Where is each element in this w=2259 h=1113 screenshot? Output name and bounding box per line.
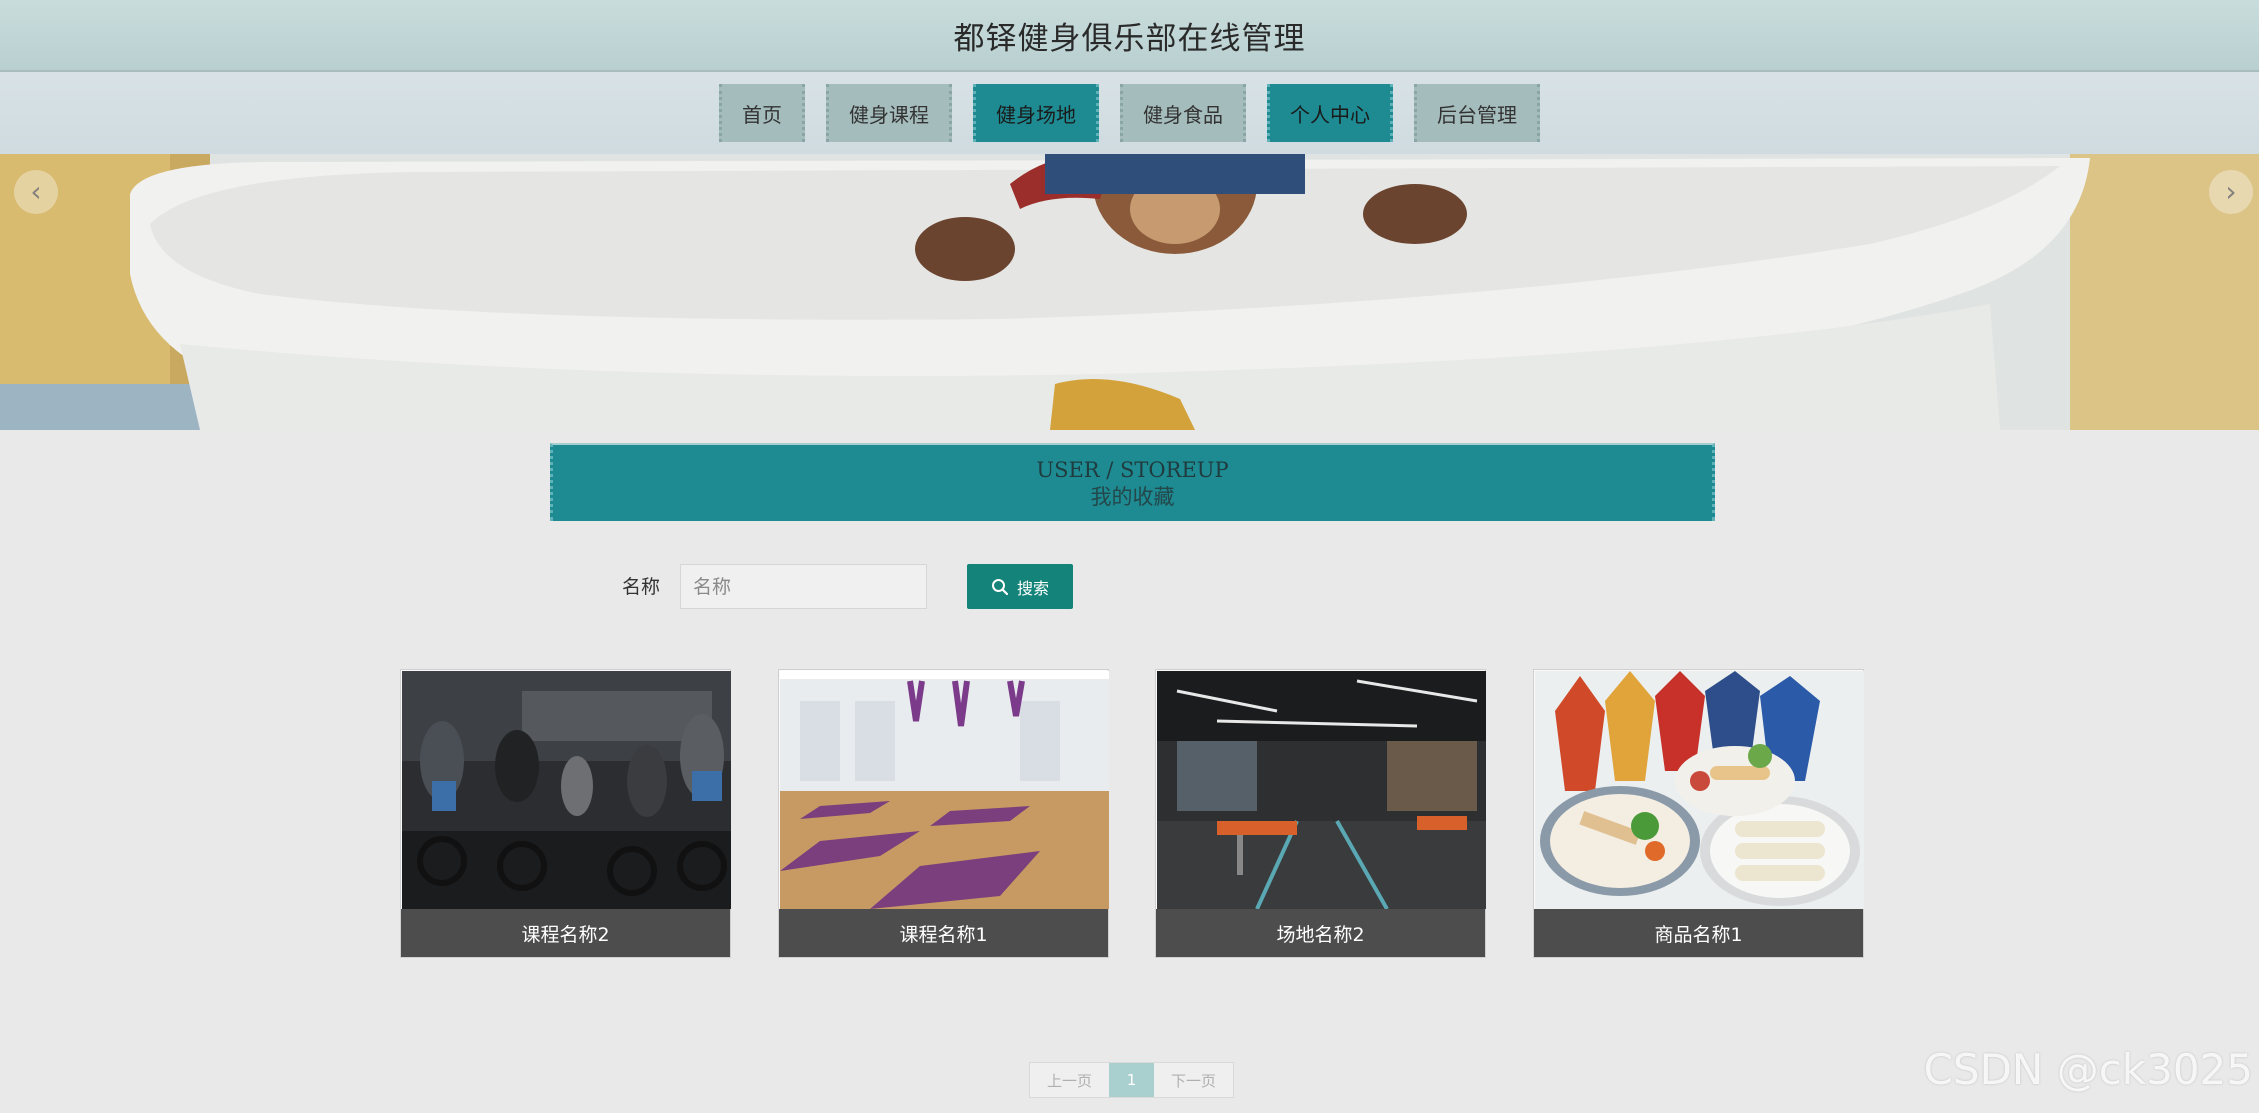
nav-item-food[interactable]: 健身食品 <box>1120 84 1246 142</box>
banner-carousel[interactable]: ‹ › <box>0 154 2259 430</box>
banner-image <box>0 154 2259 430</box>
nav-item-home[interactable]: 首页 <box>719 84 805 142</box>
carousel-prev-icon[interactable]: ‹ <box>14 170 58 214</box>
search-input[interactable] <box>680 564 927 609</box>
favorite-card[interactable]: 课程名称2 <box>400 669 731 958</box>
pagination: 上一页 1 下一页 <box>1029 1062 1235 1098</box>
section-title: USER / STOREUP 我的收藏 <box>550 443 1715 521</box>
nav-item-courses[interactable]: 健身课程 <box>826 84 952 142</box>
card-caption: 课程名称1 <box>779 909 1108 957</box>
card-image <box>402 671 731 909</box>
card-caption: 商品名称1 <box>1534 909 1863 957</box>
watermark: CSDN @ck3025 <box>1923 1045 2253 1094</box>
favorite-card[interactable]: 商品名称1 <box>1533 669 1864 958</box>
pagination-current-page[interactable]: 1 <box>1109 1063 1155 1097</box>
nav-item-profile[interactable]: 个人中心 <box>1267 84 1393 142</box>
search-icon <box>991 578 1009 595</box>
favorite-card[interactable]: 课程名称1 <box>778 669 1109 958</box>
section-title-cn: 我的收藏 <box>1090 485 1175 509</box>
pagination-next-button[interactable]: 下一页 <box>1154 1063 1233 1097</box>
card-image <box>780 671 1109 909</box>
site-header: 都铎健身俱乐部在线管理 <box>0 0 2259 72</box>
pagination-prev-button[interactable]: 上一页 <box>1030 1063 1109 1097</box>
card-image <box>1157 671 1486 909</box>
card-image <box>1535 671 1864 909</box>
carousel-next-icon[interactable]: › <box>2209 170 2253 214</box>
nav-item-venues[interactable]: 健身场地 <box>973 84 1099 142</box>
site-title: 都铎健身俱乐部在线管理 <box>953 20 1306 57</box>
search-label: 名称 <box>622 576 661 598</box>
nav-item-admin[interactable]: 后台管理 <box>1414 84 1540 142</box>
search-button-label: 搜索 <box>1016 580 1049 598</box>
favorite-card[interactable]: 场地名称2 <box>1155 669 1486 958</box>
search-button[interactable]: 搜索 <box>967 564 1073 609</box>
main-nav: 首页 健身课程 健身场地 健身食品 个人中心 后台管理 <box>0 72 2259 154</box>
card-caption: 课程名称2 <box>401 909 730 957</box>
section-title-en: USER / STOREUP <box>1036 458 1229 482</box>
card-caption: 场地名称2 <box>1156 909 1485 957</box>
